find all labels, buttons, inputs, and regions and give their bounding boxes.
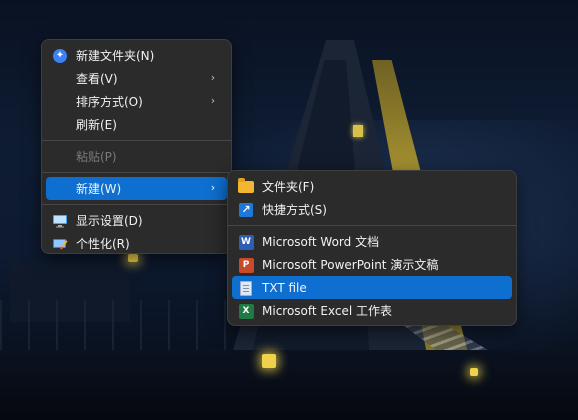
menu-item-label: Microsoft PowerPoint 演示文稿 [262,258,439,272]
menu-item-label: 查看(V) [76,72,118,86]
wallpaper-ground [0,350,578,420]
submenu-item-txt-file[interactable]: TXT file [232,276,512,299]
menu-item-personalize[interactable]: 个性化(R) [46,232,227,255]
menu-separator [42,140,231,141]
menu-item-display-settings[interactable]: 显示设置(D) [46,209,227,232]
menu-item-new[interactable]: 新建(W) › [46,177,227,200]
wallpaper-lamp [470,368,478,376]
powerpoint-icon: P [238,257,256,273]
submenu-item-powerpoint[interactable]: P Microsoft PowerPoint 演示文稿 [232,253,512,276]
wallpaper-lamp [128,254,138,262]
menu-item-sort-by[interactable]: 排序方式(O) › [46,90,227,113]
menu-separator [228,225,516,226]
menu-item-paste: 粘贴(P) [46,145,227,168]
menu-item-label: 文件夹(F) [262,180,315,194]
menu-separator [42,204,231,205]
new-submenu: 文件夹(F) ↗ 快捷方式(S) W Microsoft Word 文档 P M… [227,170,517,326]
word-icon: W [238,234,256,250]
menu-item-label: 显示设置(D) [76,214,143,228]
menu-item-label: Microsoft Excel 工作表 [262,304,393,318]
wallpaper-window [353,125,363,137]
menu-item-label: Microsoft Word 文档 [262,235,380,249]
submenu-item-folder[interactable]: 文件夹(F) [232,175,512,198]
menu-item-label: 粘贴(P) [76,150,117,164]
personalize-icon [52,236,68,252]
menu-separator [42,172,231,173]
submenu-item-shortcut[interactable]: ↗ 快捷方式(S) [232,198,512,221]
txt-file-icon [238,280,254,296]
submenu-item-excel[interactable]: X Microsoft Excel 工作表 [232,299,512,322]
wallpaper-lamp [262,354,276,368]
chevron-right-icon: › [210,71,216,84]
menu-item-view[interactable]: 查看(V) › [46,67,227,90]
menu-item-refresh[interactable]: 刷新(E) [46,113,227,136]
menu-item-label: 新建(W) [76,182,122,196]
folder-icon [238,178,254,195]
menu-item-label: 刷新(E) [76,118,117,132]
menu-item-new-folder[interactable]: ✦ 新建文件夹(N) [46,44,227,67]
new-folder-icon: ✦ [52,48,68,64]
chevron-right-icon: › [210,94,216,107]
excel-icon: X [238,303,256,319]
menu-item-label: 个性化(R) [76,237,130,251]
submenu-item-word-document[interactable]: W Microsoft Word 文档 [232,230,512,253]
chevron-right-icon: › [210,181,216,194]
display-settings-icon [52,213,68,229]
menu-item-label: 快捷方式(S) [262,203,327,217]
menu-item-label: 排序方式(O) [76,95,143,109]
menu-item-label: 新建文件夹(N) [76,49,155,63]
menu-item-label: TXT file [262,280,307,295]
shortcut-icon: ↗ [238,202,254,218]
desktop-context-menu: ✦ 新建文件夹(N) 查看(V) › 排序方式(O) › 刷新(E) 粘贴(P)… [41,39,232,254]
